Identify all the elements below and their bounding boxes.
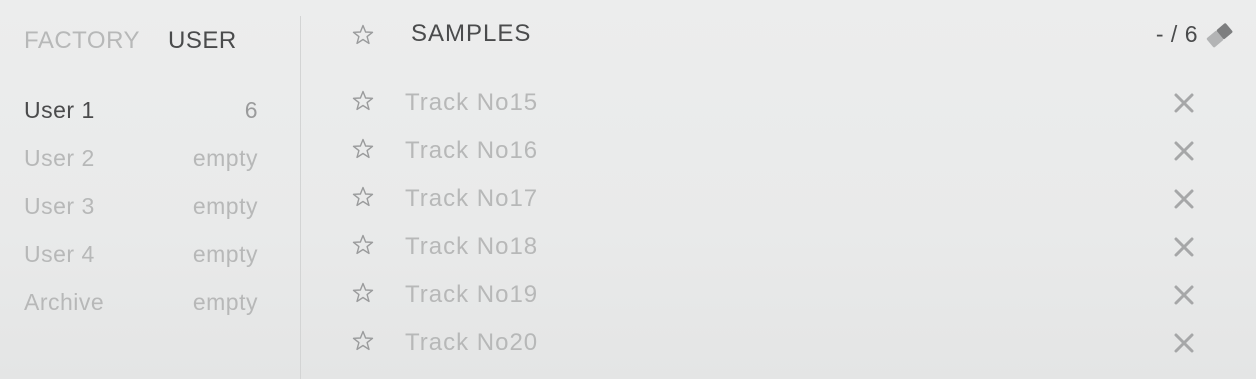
list-item: Track No16 [301,126,1256,174]
favorite-star-icon[interactable] [351,137,375,161]
bank-count: empty [192,288,258,315]
favorite-star-icon[interactable] [351,233,375,257]
bank-name: User 4 [24,240,95,267]
bank-list: User 1 6 User 2 empty User 3 empty User … [24,86,258,326]
bank-count: empty [192,240,258,267]
list-item: Track No19 [301,270,1256,318]
bank-count: 6 [244,96,258,123]
delete-close-icon[interactable] [1172,235,1196,259]
bank-sidebar: FACTORY USER User 1 6 User 2 empty User … [0,0,300,379]
favorite-star-icon[interactable] [351,329,375,353]
tab-user[interactable]: USER [168,26,237,56]
tab-factory[interactable]: FACTORY [24,26,140,56]
bank-item-user-2[interactable]: User 2 empty [24,134,258,182]
track-name[interactable]: Track No16 [405,135,538,167]
track-name[interactable]: Track No18 [405,231,538,263]
bank-name: User 2 [24,144,95,171]
samples-header: SAMPLES - / 6 [301,14,1256,54]
sample-list-panel: SAMPLES - / 6 Track No15 Track No16 Trac… [301,0,1256,379]
bank-item-archive[interactable]: Archive empty [24,278,258,326]
user-sample-browser: FACTORY USER User 1 6 User 2 empty User … [0,0,1256,379]
track-name[interactable]: Track No19 [405,279,538,311]
list-item: Track No20 [301,318,1256,366]
delete-close-icon[interactable] [1172,139,1196,163]
list-item: Track No18 [301,222,1256,270]
list-item: Track No17 [301,174,1256,222]
bank-name: Archive [24,288,105,315]
track-list: Track No15 Track No16 Track No17 Track N… [301,78,1256,366]
list-item: Track No15 [301,78,1256,126]
library-tabs: FACTORY USER [24,26,237,56]
bank-item-user-1[interactable]: User 1 6 [24,86,258,134]
delete-close-icon[interactable] [1172,91,1196,115]
delete-close-icon[interactable] [1172,187,1196,211]
delete-close-icon[interactable] [1172,283,1196,307]
favorite-star-icon[interactable] [351,185,375,209]
favorite-star-icon[interactable] [351,89,375,113]
bank-item-user-4[interactable]: User 4 empty [24,230,258,278]
sample-count: - / 6 [1155,21,1198,47]
bank-count: empty [192,144,258,171]
delete-close-icon[interactable] [1172,331,1196,355]
bank-item-user-3[interactable]: User 3 empty [24,182,258,230]
samples-title: SAMPLES [411,20,532,47]
favorite-star-icon[interactable] [351,281,375,305]
bank-name: User 3 [24,192,95,219]
eraser-icon[interactable] [1204,20,1236,50]
track-name[interactable]: Track No15 [405,87,538,119]
track-name[interactable]: Track No17 [405,183,538,215]
bank-count: empty [192,192,258,219]
favorite-filter-star-icon[interactable] [351,23,375,47]
track-name[interactable]: Track No20 [405,327,538,359]
bank-name: User 1 [24,96,95,123]
